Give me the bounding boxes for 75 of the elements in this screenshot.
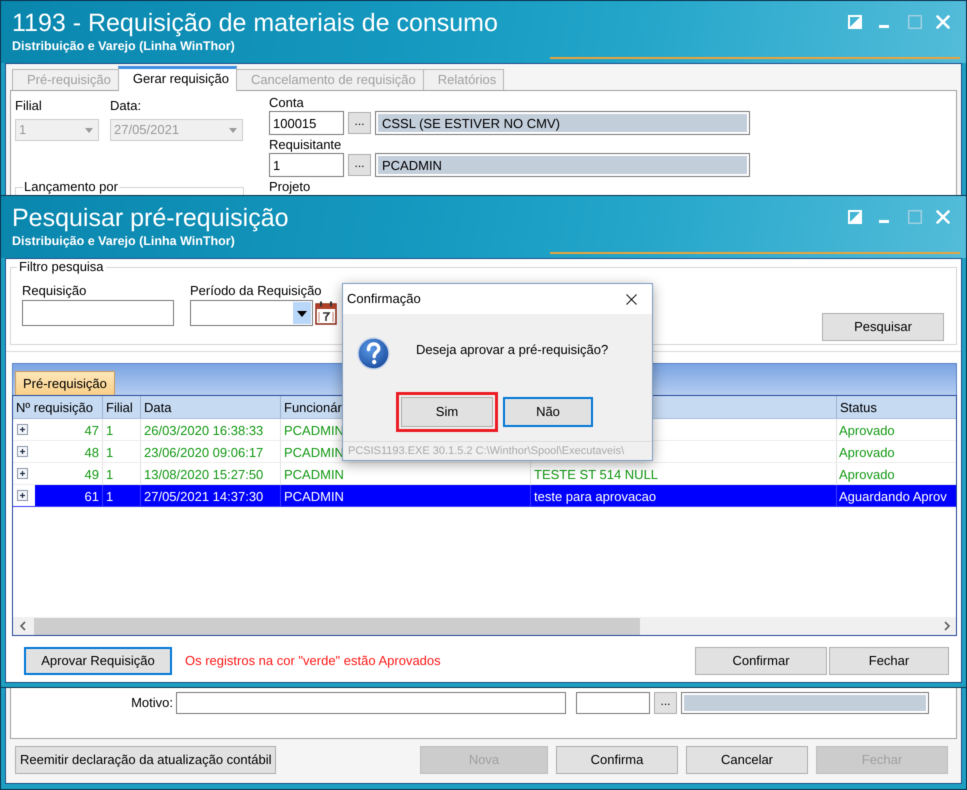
table-cell: 23/06/2020 09:06:17 xyxy=(141,441,281,463)
field-label: Período da Requisição xyxy=(190,284,323,298)
close-button[interactable]: Fechar xyxy=(829,647,949,675)
approve-button[interactable]: Aprovar Requisição xyxy=(24,647,172,675)
column-header[interactable]: Data xyxy=(141,396,281,418)
expand-icon[interactable] xyxy=(17,424,28,435)
tab[interactable]: Pré-requisição xyxy=(15,371,115,395)
status-text: PCSIS1193.EXE 30.1.5.2 C:\Winthor\Spool\Executaveis\ xyxy=(343,441,652,460)
scroll-left-icon[interactable] xyxy=(20,621,26,631)
table-cell-text: 49 xyxy=(84,466,99,483)
column-header[interactable]: Status xyxy=(837,396,956,418)
table-row[interactable]: 61 1 27/05/2021 14:37:30 PCADMIN teste para aprovacao Aguardando Aprov xyxy=(13,485,956,507)
table-cell: 1 xyxy=(103,419,141,441)
text-field[interactable] xyxy=(22,300,174,326)
window-subtitle: Distribuição e Varejo (Linha WinThor) xyxy=(12,234,236,249)
scrollbar-thumb[interactable] xyxy=(34,618,640,634)
code-field[interactable]: 1 xyxy=(269,153,344,177)
table-cell: Aprovado xyxy=(837,441,956,463)
field-label: Filial xyxy=(15,99,43,113)
table-cell: 1 xyxy=(103,485,141,507)
scroll-right-icon[interactable] xyxy=(944,621,950,631)
yes-button[interactable]: Sim xyxy=(401,397,493,427)
code-field[interactable]: 100015 xyxy=(269,111,344,135)
field-label: Requisição xyxy=(22,284,88,298)
text-field[interactable] xyxy=(176,692,566,714)
table-cell: 26/03/2020 16:38:33 xyxy=(141,419,281,441)
caret-icon xyxy=(229,128,237,132)
field-label: Motivo: xyxy=(130,696,174,710)
table-cell: teste para aprovacao xyxy=(531,485,837,507)
calendar-icon[interactable] xyxy=(315,301,337,325)
confirm-button[interactable]: Confirma xyxy=(556,746,678,774)
field-label: Projeto xyxy=(269,180,312,194)
description-field: CSSL (SE ESTIVER NO CMV) xyxy=(375,111,750,135)
snap-layout-icon[interactable] xyxy=(848,15,862,29)
field-label: Conta xyxy=(269,96,305,110)
snap-layout-icon[interactable] xyxy=(848,210,862,224)
table-cell: Aprovado xyxy=(837,419,956,441)
ellipsis-button[interactable]: ... xyxy=(348,154,371,176)
table-cell: Aguardando Aprov xyxy=(837,485,956,507)
expand-icon[interactable] xyxy=(17,446,28,457)
column-header[interactable]: Nº requisição xyxy=(13,396,103,418)
expand-icon[interactable] xyxy=(17,468,28,479)
no-button[interactable]: Não xyxy=(503,397,593,427)
window-title: Pesquisar pré-requisição xyxy=(12,204,289,233)
ellipsis-button[interactable]: ... xyxy=(348,112,371,134)
table-cell: PCADMIN xyxy=(281,485,531,507)
description-field: PCADMIN xyxy=(375,153,750,177)
confirm-button[interactable]: Confirmar xyxy=(695,647,827,675)
scrollbar-track[interactable] xyxy=(13,617,956,635)
reissue-button[interactable]: Reemitir declaração da atualização contábil xyxy=(15,746,276,774)
dialog-title: Confirmação xyxy=(347,291,421,307)
caret-icon xyxy=(85,128,93,132)
dropdown-field[interactable] xyxy=(190,300,313,326)
notice-text: Os registros na cor "verde" estão Aprovados xyxy=(185,653,441,669)
table-cell-text: 47 xyxy=(84,422,99,439)
table-cell: 1 xyxy=(103,441,141,463)
column-header[interactable]: Filial xyxy=(103,396,141,418)
cancel-button[interactable]: Cancelar xyxy=(686,746,808,774)
window-subtitle: Distribuição e Varejo (Linha WinThor) xyxy=(12,39,236,54)
group-label: Lançamento por xyxy=(23,180,119,194)
expand-icon[interactable] xyxy=(17,490,28,501)
code-field[interactable] xyxy=(576,692,650,714)
ellipsis-button[interactable]: ... xyxy=(654,692,677,714)
field-label: Data: xyxy=(110,99,142,113)
table-cell-text: 48 xyxy=(84,444,99,461)
question-icon xyxy=(357,337,390,370)
close-icon[interactable] xyxy=(626,294,637,304)
window-title: 1193 - Requisição de materiais de consumo xyxy=(12,9,498,38)
dialog-message: Deseja aprovar a pré-requisição? xyxy=(416,341,608,359)
table-cell-text: 61 xyxy=(84,488,99,505)
tab[interactable]: Gerar requisição xyxy=(118,66,237,91)
table-cell: 27/05/2021 14:37:30 xyxy=(141,485,281,507)
search-button[interactable]: Pesquisar xyxy=(822,313,944,341)
group-label: Filtro pesquisa xyxy=(17,260,106,274)
field-label: Requisitante xyxy=(269,138,342,152)
